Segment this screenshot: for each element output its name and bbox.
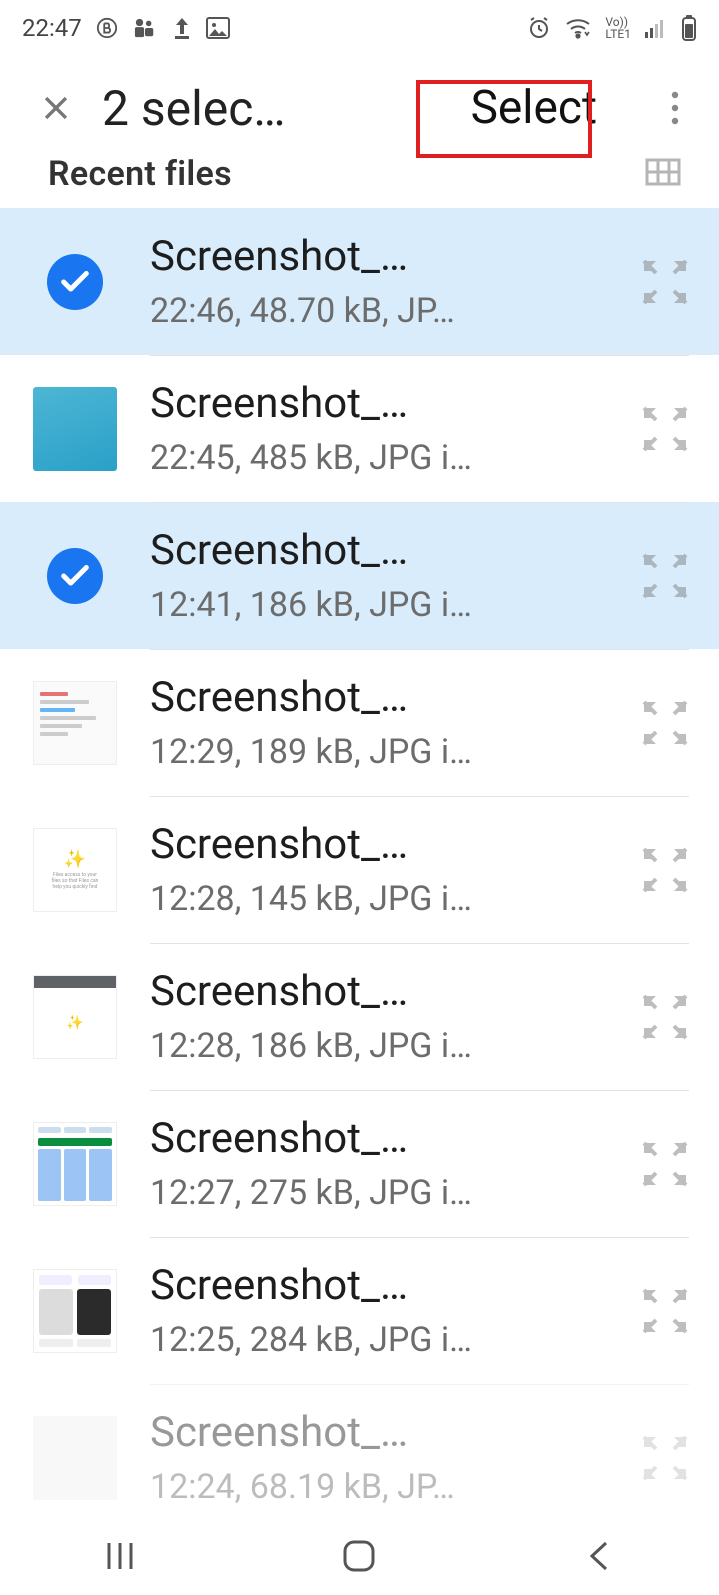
file-list: Screenshot_…22:46, 48.70 kB, JP…Screensh… [0,208,719,1531]
expand-icon[interactable] [637,1430,693,1486]
file-meta: 12:28, 145 kB, JPG i… [150,879,621,919]
image-icon [206,17,230,39]
file-meta: 12:29, 189 kB, JPG i… [150,732,621,772]
file-name: Screenshot_… [150,526,621,575]
select-all-button[interactable]: Select [459,77,609,139]
file-meta: 12:25, 284 kB, JPG i… [150,1320,621,1360]
file-thumbnail[interactable] [30,531,120,621]
selected-check-icon [47,254,103,310]
file-meta: 12:27, 275 kB, JPG i… [150,1173,621,1213]
file-name: Screenshot_… [150,1114,621,1163]
selected-check-icon [47,548,103,604]
thumbnail-image [33,1416,117,1500]
signal-icon [645,18,667,38]
file-row[interactable]: Screenshot_… 22:46, 48.70 kB, JP… [0,208,719,355]
file-meta: 12:28, 186 kB, JPG i… [150,1026,621,1066]
file-thumbnail[interactable] [30,678,120,768]
file-thumbnail[interactable] [30,1266,120,1356]
file-info: Screenshot_… 22:45, 485 kB, JPG i… [150,379,621,478]
file-info: Screenshot_… 22:46, 48.70 kB, JP… [150,232,621,331]
thumbnail-image [33,387,117,471]
expand-icon[interactable] [637,842,693,898]
file-row[interactable]: Screenshot_… 12:41, 186 kB, JPG i… [0,502,719,649]
file-name: Screenshot_… [150,379,621,428]
section-header: Recent files [0,154,719,208]
teams-icon [132,17,158,39]
network-label: Vo)) LTE1 [605,16,631,40]
nav-back-button[interactable] [569,1534,629,1578]
file-name: Screenshot_… [150,967,621,1016]
file-info: Screenshot_… 12:24, 68.19 kB, JP… [150,1408,621,1507]
file-thumbnail[interactable] [30,1119,120,1209]
file-row[interactable]: Screenshot_… 12:25, 284 kB, JPG i… [0,1237,719,1384]
wifi-icon [565,17,591,39]
file-info: Screenshot_… 12:28, 186 kB, JPG i… [150,967,621,1066]
section-title: Recent files [48,154,232,194]
file-name: Screenshot_… [150,673,621,722]
status-bar: 22:47 Vo)) LTE1 [0,0,719,56]
expand-icon[interactable] [637,1283,693,1339]
android-nav-bar [0,1517,719,1595]
expand-icon[interactable] [637,401,693,457]
thumbnail-image: ✨Files access to yourfiles so that Files… [33,828,117,912]
file-meta: 12:24, 68.19 kB, JP… [150,1467,621,1507]
file-meta: 12:41, 186 kB, JPG i… [150,585,621,625]
file-thumbnail[interactable] [30,1413,120,1503]
file-thumbnail[interactable]: ✨ [30,972,120,1062]
expand-icon[interactable] [637,989,693,1045]
file-meta: 22:46, 48.70 kB, JP… [150,291,621,331]
app-bar: 2 selec… Select [0,56,719,160]
close-button[interactable] [34,86,78,130]
thumbnail-image [33,1269,117,1353]
thumbnail-image [33,1122,117,1206]
file-meta: 22:45, 485 kB, JPG i… [150,438,621,478]
file-thumbnail[interactable] [30,384,120,474]
expand-icon[interactable] [637,1136,693,1192]
thumbnail-image [33,681,117,765]
file-row[interactable]: Screenshot_… 12:27, 275 kB, JPG i… [0,1090,719,1237]
expand-icon[interactable] [637,548,693,604]
file-name: Screenshot_… [150,232,621,281]
expand-icon[interactable] [637,695,693,751]
file-thumbnail[interactable]: ✨Files access to yourfiles so that Files… [30,825,120,915]
file-row[interactable]: Screenshot_… 12:29, 189 kB, JPG i… [0,649,719,796]
circle-b-icon [96,17,118,39]
file-name: Screenshot_… [150,1408,621,1457]
file-info: Screenshot_… 12:28, 145 kB, JPG i… [150,820,621,919]
file-row[interactable]: ✨Files access to yourfiles so that Files… [0,796,719,943]
file-row[interactable]: Screenshot_… 22:45, 485 kB, JPG i… [0,355,719,502]
status-time: 22:47 [22,14,82,42]
file-info: Screenshot_… 12:41, 186 kB, JPG i… [150,526,621,625]
file-name: Screenshot_… [150,820,621,869]
view-grid-toggle[interactable] [645,158,681,190]
thumbnail-image: ✨ [33,975,117,1059]
file-row[interactable]: Screenshot_… 12:24, 68.19 kB, JP… [0,1384,719,1531]
upload-icon [172,16,192,40]
expand-icon[interactable] [637,254,693,310]
alarm-icon [527,16,551,40]
selection-count-title: 2 selec… [102,80,285,137]
battery-icon [681,15,697,41]
file-name: Screenshot_… [150,1261,621,1310]
more-options-button[interactable] [651,84,699,132]
file-info: Screenshot_… 12:27, 275 kB, JPG i… [150,1114,621,1213]
nav-home-button[interactable] [329,1534,389,1578]
file-info: Screenshot_… 12:29, 189 kB, JPG i… [150,673,621,772]
file-row[interactable]: ✨ Screenshot_… 12:28, 186 kB, JPG i… [0,943,719,1090]
file-thumbnail[interactable] [30,237,120,327]
file-info: Screenshot_… 12:25, 284 kB, JPG i… [150,1261,621,1360]
nav-recents-button[interactable] [90,1534,150,1578]
